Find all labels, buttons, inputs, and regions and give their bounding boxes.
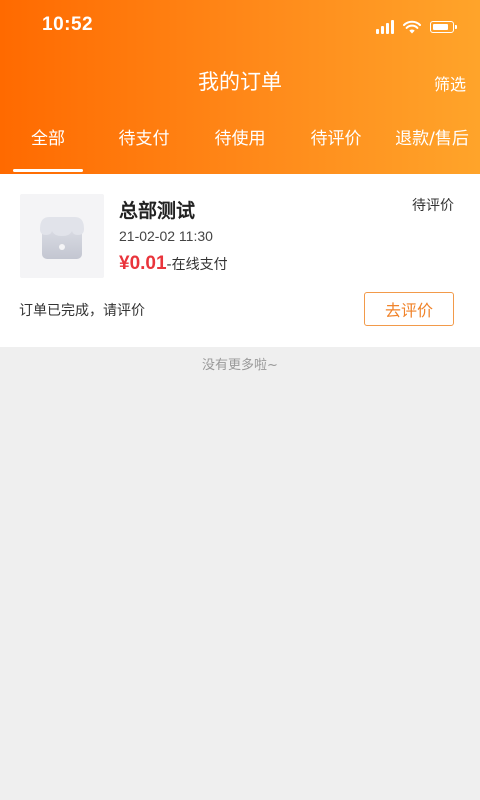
status-time: 10:52 [42,14,94,35]
order-card[interactable]: 总部测试 待评价 21-02-02 11:30 ¥0.01 -在线支付 订单已完… [0,174,480,347]
payment-method: -在线支付 [166,257,228,273]
order-date: 21-02-02 11:30 [119,228,213,244]
tab-all[interactable]: 全部 [0,124,96,158]
status-bar: 10:52 [0,0,480,54]
shop-placeholder-icon [40,217,84,259]
page-title: 我的订单 [198,70,282,94]
order-thumbnail [20,194,104,278]
review-button[interactable]: 去评价 [364,292,454,326]
tab-refund[interactable]: 退款/售后 [384,124,480,158]
order-tabs: 全部 待支付 待使用 待评价 退款/售后 [0,124,480,158]
battery-icon [430,21,457,33]
list-end-text: 没有更多啦~ [202,358,278,373]
tab-to-review[interactable]: 待评价 [288,124,384,158]
wifi-icon [403,20,421,34]
order-note: 订单已完成，请评价 [19,303,145,319]
tab-to-use[interactable]: 待使用 [192,124,288,158]
signal-icon [376,20,394,34]
order-price: ¥0.01 [119,253,167,274]
price-line: ¥0.01 -在线支付 [119,253,228,275]
tab-pending-payment[interactable]: 待支付 [96,124,192,158]
status-badge: 待评价 [412,198,454,214]
header: 10:52 我的订单 筛选 全部 待支付 待使用 待评价 退款/售后 [0,0,480,174]
status-icons [376,18,457,36]
shop-name: 总部测试 [119,200,196,222]
filter-button[interactable]: 筛选 [434,71,466,95]
